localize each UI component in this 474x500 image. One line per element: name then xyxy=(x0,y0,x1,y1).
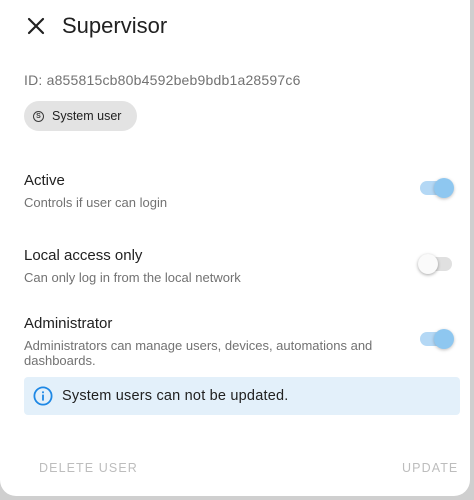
active-toggle[interactable] xyxy=(418,176,454,200)
setting-administrator: Administrator Administrators can manage … xyxy=(24,315,464,368)
setting-active: Active Controls if user can login xyxy=(24,172,464,210)
close-button[interactable] xyxy=(22,12,50,40)
local-access-toggle[interactable] xyxy=(418,252,454,276)
system-user-icon: S xyxy=(33,110,44,122)
setting-title: Administrator xyxy=(24,315,113,332)
user-id: ID: a855815cb80b4592beb9bdb1a28597c6 xyxy=(24,72,301,88)
info-icon xyxy=(33,386,53,406)
toggle-thumb xyxy=(434,178,454,198)
toggle-thumb xyxy=(434,329,454,349)
alert-text: System users can not be updated. xyxy=(62,388,289,404)
administrator-toggle[interactable] xyxy=(418,327,454,351)
setting-description: Controls if user can login xyxy=(24,195,168,210)
setting-title: Active xyxy=(24,172,65,189)
info-alert: System users can not be updated. xyxy=(24,377,460,415)
system-user-chip: S System user xyxy=(24,101,138,131)
toggle-thumb xyxy=(418,254,438,274)
update-button[interactable]: UPDATE xyxy=(402,461,458,475)
delete-user-button[interactable]: DELETE USER xyxy=(39,461,138,475)
user-detail-dialog: Supervisor ID: a855815cb80b4592beb9bdb1a… xyxy=(0,0,470,496)
setting-description: Can only log in from the local network xyxy=(24,270,241,285)
dialog-header: Supervisor xyxy=(0,0,470,52)
setting-title: Local access only xyxy=(24,247,143,264)
dialog-title: Supervisor xyxy=(62,13,168,38)
close-icon xyxy=(27,17,45,35)
setting-local-access-only: Local access only Can only log in from t… xyxy=(24,247,464,285)
setting-description: Administrators can manage users, devices… xyxy=(24,338,373,368)
chip-label: System user xyxy=(52,109,122,123)
